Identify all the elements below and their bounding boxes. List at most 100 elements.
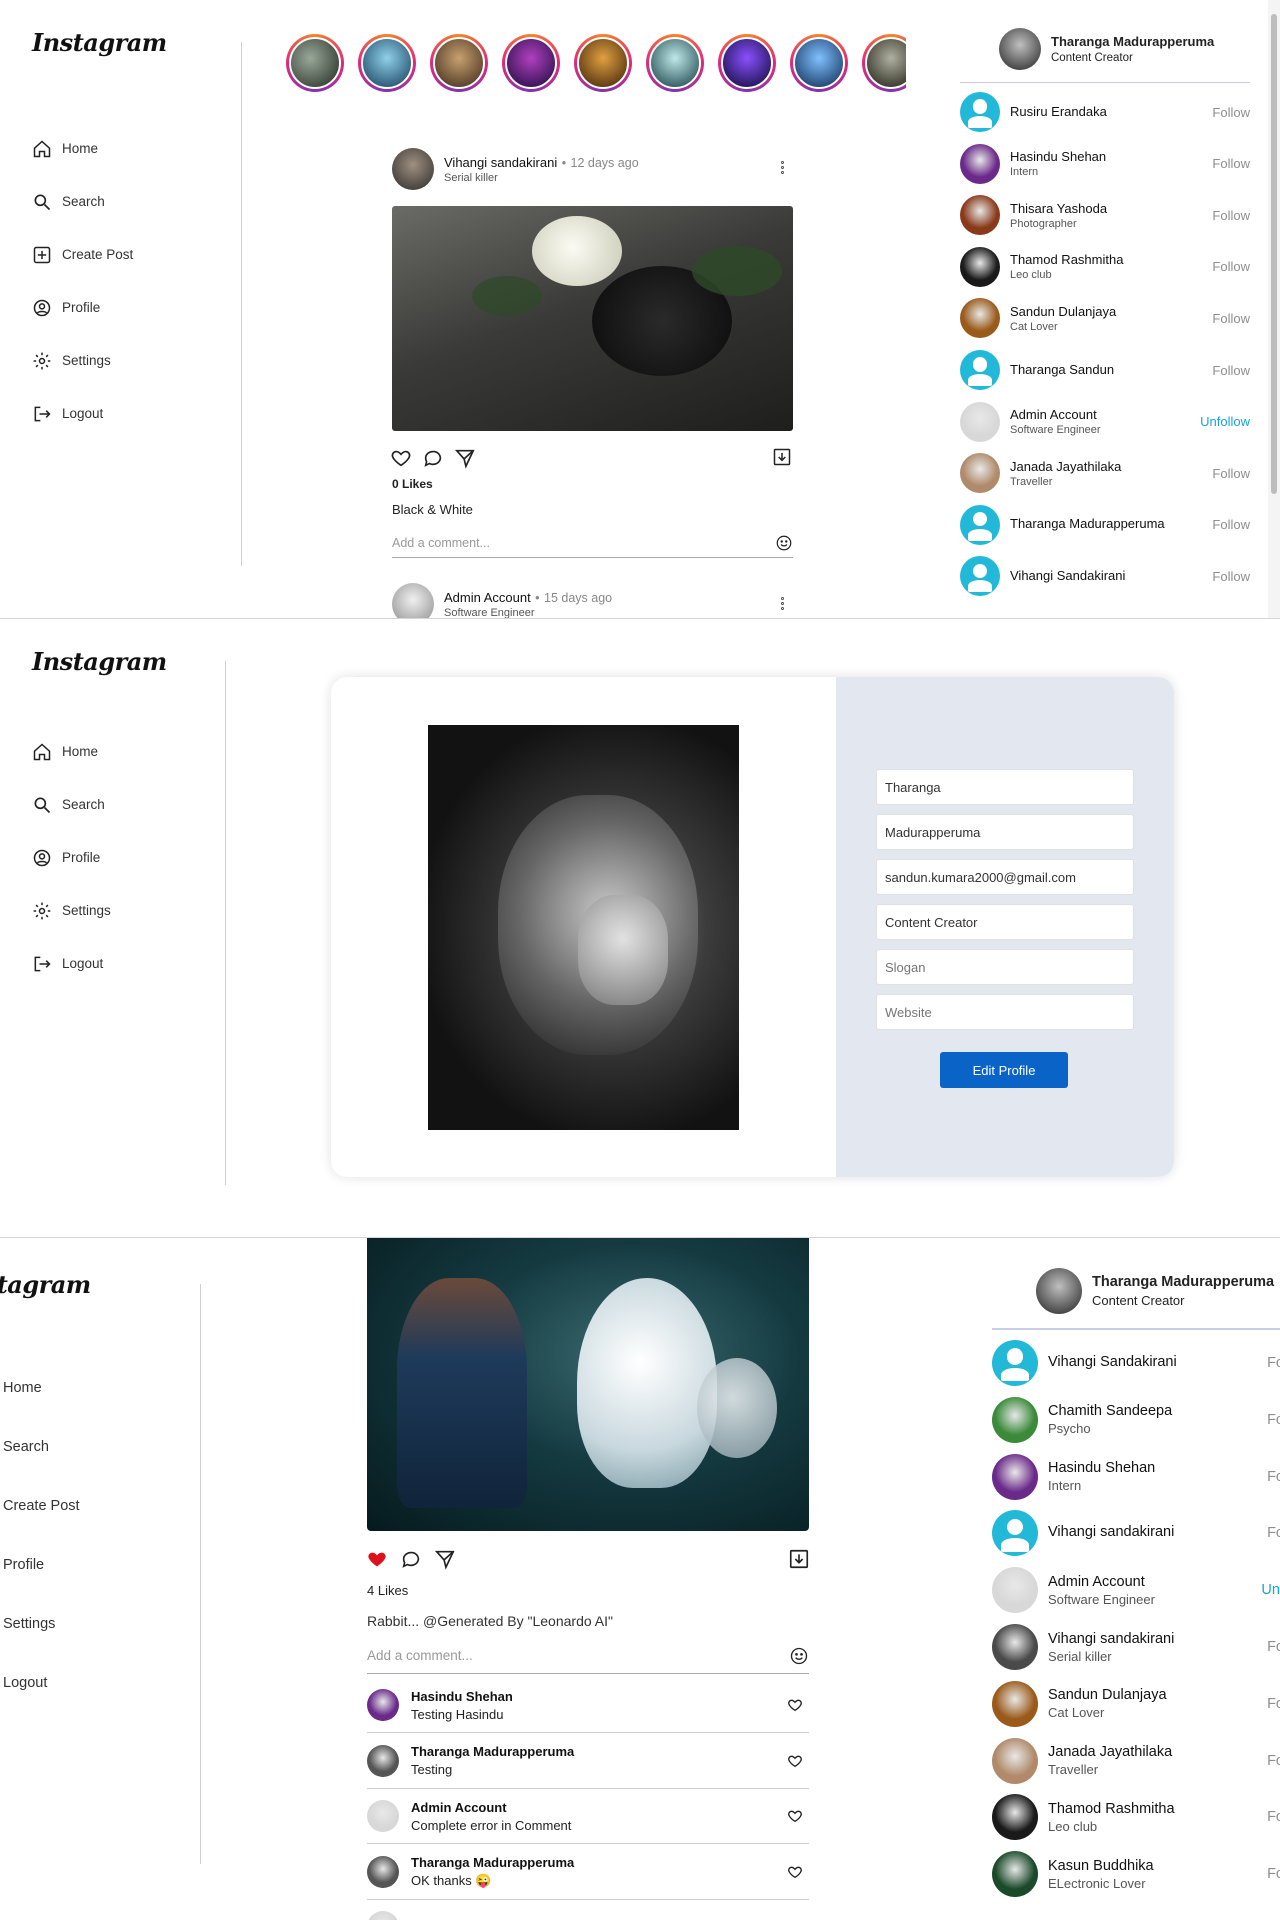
follow-button[interactable]: Fo <box>1267 1809 1280 1825</box>
edit-profile-button[interactable]: Edit Profile <box>940 1052 1068 1088</box>
user-avatar[interactable] <box>992 1340 1038 1386</box>
save-icon[interactable] <box>772 447 792 467</box>
suggestion-name[interactable]: Janada Jayathilaka <box>1048 1744 1267 1760</box>
nav-settings[interactable]: Settings <box>32 334 133 387</box>
follow-button[interactable]: Follow <box>1212 517 1250 532</box>
suggestion-name[interactable]: Vihangi Sandakirani <box>1010 568 1212 583</box>
suggestion-name[interactable]: Admin Account <box>1010 407 1200 422</box>
user-avatar[interactable] <box>960 401 1000 442</box>
comment-author[interactable]: Hasindu Shehan <box>411 1689 787 1704</box>
comment-like-icon[interactable] <box>787 1753 803 1769</box>
user-avatar[interactable] <box>960 556 1000 597</box>
nav-profile[interactable]: Profile <box>32 831 111 884</box>
suggestion-name[interactable]: Rusiru Erandaka <box>1010 104 1212 119</box>
nav-logout[interactable]: Logout <box>3 1653 80 1712</box>
suggestion-name[interactable]: Vihangi sandakirani <box>1048 1524 1267 1540</box>
nav-profile[interactable]: Profile <box>32 281 133 334</box>
suggestion-name[interactable]: Chamith Sandeepa <box>1048 1403 1267 1419</box>
suggestion-name[interactable]: Janada Jayathilaka <box>1010 459 1212 474</box>
heart-filled-icon[interactable] <box>366 1548 388 1570</box>
story-avatar[interactable] <box>286 34 344 92</box>
comment-author[interactable]: Tharanga Madurapperuma <box>411 1855 787 1870</box>
follow-button[interactable]: Fo <box>1267 1525 1280 1541</box>
suggestion-name[interactable]: Thamod Rashmitha <box>1048 1801 1267 1817</box>
last-name-field[interactable] <box>876 814 1134 850</box>
nav-search[interactable]: Search <box>3 1417 80 1476</box>
suggestion-name[interactable]: Hasindu Shehan <box>1010 149 1212 164</box>
user-avatar[interactable] <box>992 1453 1038 1500</box>
more-options-icon[interactable] <box>781 597 785 612</box>
nav-settings[interactable]: Settings <box>3 1594 80 1653</box>
scrollbar[interactable] <box>1268 0 1280 618</box>
comment-like-icon[interactable] <box>787 1864 803 1880</box>
nav-home[interactable]: Home <box>32 122 133 175</box>
user-avatar[interactable] <box>367 1689 399 1721</box>
nav-settings[interactable]: Settings <box>32 884 111 937</box>
user-avatar[interactable] <box>960 92 1000 132</box>
user-avatar[interactable] <box>992 1624 1038 1670</box>
comment-like-icon[interactable] <box>787 1808 803 1824</box>
comment-icon[interactable] <box>400 1548 422 1570</box>
follow-button[interactable]: Follow <box>1212 311 1250 326</box>
user-avatar[interactable] <box>367 1800 399 1832</box>
story-avatar[interactable] <box>502 34 560 92</box>
website-field[interactable] <box>876 994 1134 1030</box>
post-image[interactable] <box>367 1238 809 1531</box>
current-user-avatar[interactable] <box>1036 1268 1082 1314</box>
user-avatar[interactable] <box>992 1510 1038 1557</box>
nav-home[interactable]: Home <box>32 725 111 778</box>
user-avatar[interactable] <box>992 1396 1038 1443</box>
suggestion-name[interactable]: Admin Account <box>1048 1574 1261 1590</box>
user-avatar[interactable] <box>960 195 1000 236</box>
follow-button[interactable]: Follow <box>1212 466 1250 481</box>
story-avatar[interactable] <box>646 34 704 92</box>
emoji-icon[interactable] <box>789 1646 809 1666</box>
follow-button[interactable]: Follow <box>1212 363 1250 378</box>
follow-button[interactable]: Fo <box>1267 1412 1280 1428</box>
follow-button[interactable]: Fo <box>1267 1696 1280 1712</box>
user-avatar[interactable] <box>960 298 1000 339</box>
story-avatar[interactable] <box>718 34 776 92</box>
comment-icon[interactable] <box>422 447 444 469</box>
nav-logout[interactable]: Logout <box>32 387 133 440</box>
post-author[interactable]: Admin Account <box>444 590 531 605</box>
follow-button[interactable]: Fo <box>1267 1355 1280 1371</box>
comment-like-icon[interactable] <box>787 1697 803 1713</box>
follow-button[interactable]: Fo <box>1267 1866 1280 1882</box>
current-user-avatar[interactable] <box>999 28 1041 70</box>
follow-button[interactable]: Follow <box>1212 208 1250 223</box>
unfollow-button[interactable]: Unf <box>1261 1582 1280 1598</box>
suggestion-name[interactable]: Tharanga Sandun <box>1010 362 1212 377</box>
app-logo[interactable]: Instagram <box>32 28 167 57</box>
first-name-field[interactable] <box>876 769 1134 805</box>
suggestion-name[interactable]: Thamod Rashmitha <box>1010 252 1212 267</box>
follow-button[interactable]: Fo <box>1267 1469 1280 1485</box>
nav-search[interactable]: Search <box>32 778 111 831</box>
nav-create-post[interactable]: Create Post <box>32 228 133 281</box>
user-avatar[interactable] <box>367 1744 399 1777</box>
user-avatar[interactable] <box>992 1851 1038 1898</box>
follow-button[interactable]: Fo <box>1267 1753 1280 1769</box>
story-avatar[interactable] <box>430 34 488 92</box>
current-user[interactable]: Tharanga Madurapperuma Content Creator <box>999 28 1214 70</box>
nav-search[interactable]: Search <box>32 175 133 228</box>
user-avatar[interactable] <box>992 1794 1038 1841</box>
user-avatar[interactable] <box>992 1567 1038 1614</box>
current-user[interactable]: Tharanga Madurapperuma Content Creator <box>1036 1268 1274 1314</box>
comment-author[interactable]: Admin Account <box>411 1800 787 1815</box>
story-avatar[interactable] <box>862 34 906 92</box>
follow-button[interactable]: Follow <box>1212 156 1250 171</box>
comment-input[interactable]: Add a comment... <box>392 528 793 558</box>
follow-button[interactable]: Follow <box>1212 569 1250 584</box>
user-avatar[interactable] <box>960 350 1000 390</box>
user-avatar[interactable] <box>960 504 1000 545</box>
user-avatar[interactable] <box>960 453 1000 494</box>
save-icon[interactable] <box>788 1548 810 1570</box>
follow-button[interactable]: Fo <box>1267 1639 1280 1655</box>
author-avatar[interactable] <box>392 583 434 618</box>
story-avatar[interactable] <box>358 34 416 92</box>
story-avatar[interactable] <box>574 34 632 92</box>
suggestion-name[interactable]: Hasindu Shehan <box>1048 1460 1267 1476</box>
nav-create-post[interactable]: Create Post <box>3 1476 80 1535</box>
comment-author[interactable]: Tharanga Madurapperuma <box>411 1744 787 1759</box>
